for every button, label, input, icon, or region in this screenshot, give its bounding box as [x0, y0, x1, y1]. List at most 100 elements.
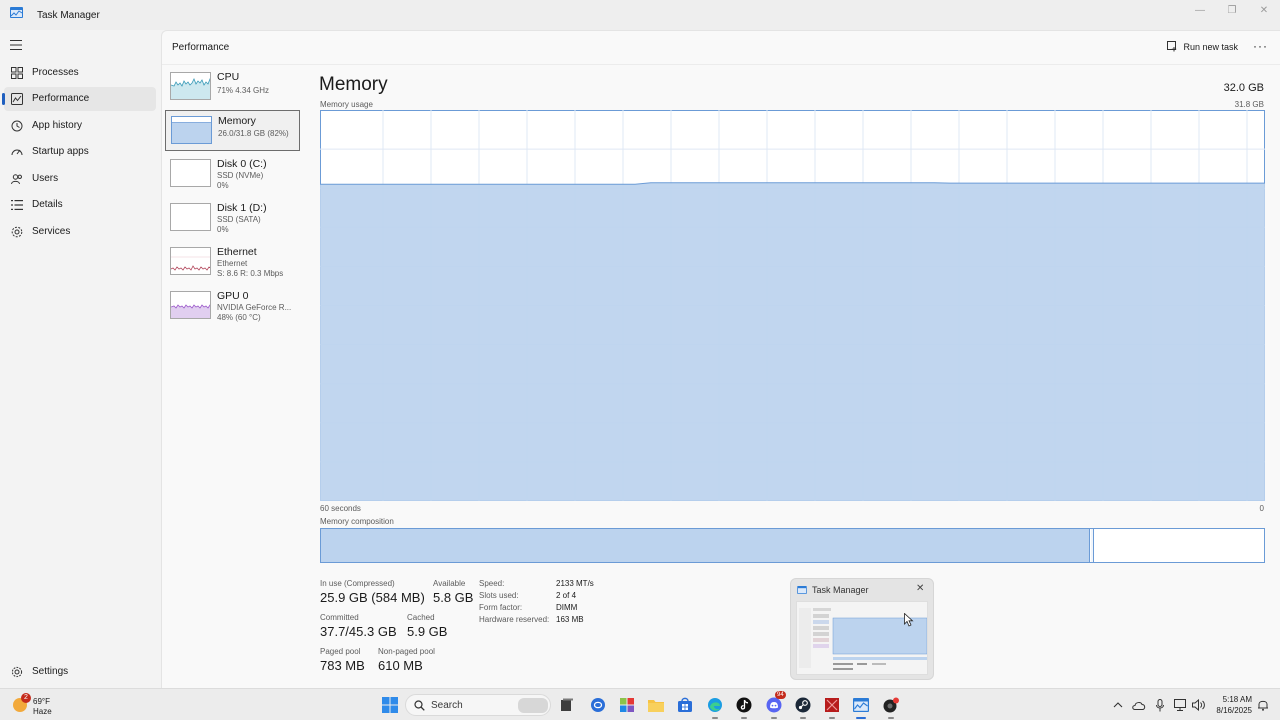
taskbar-app-ms-store[interactable]: [674, 694, 696, 716]
gpu-mini-graph: [170, 291, 211, 319]
sidebar-item-label: Details: [32, 199, 63, 210]
taskbar-window-preview[interactable]: Task Manager ✕: [790, 578, 934, 680]
device-ethernet[interactable]: Ethernet Ethernet S: 8.6 R: 0.3 Mbps: [165, 242, 300, 283]
window-title: Task Manager: [37, 10, 100, 21]
taskbar-app-copilot[interactable]: [587, 694, 609, 716]
clock-time: 5:18 AM: [1222, 695, 1252, 704]
device-gpu-0[interactable]: GPU 0 NVIDIA GeForce R... 48% (60 °C): [165, 286, 300, 327]
device-throughput: S: 8.6 R: 0.3 Mbps: [217, 269, 284, 278]
sidebar-item-services[interactable]: Services: [4, 220, 156, 244]
sidebar-item-startup-apps[interactable]: Startup apps: [4, 140, 156, 164]
stat-value: 610 MB: [378, 658, 423, 673]
cpu-mini-graph: [170, 72, 211, 100]
device-memory[interactable]: Memory 26.0/31.8 GB (82%): [165, 110, 300, 151]
run-new-task-button[interactable]: Run new task: [1167, 41, 1238, 52]
memory-composition-bar: [320, 528, 1265, 563]
taskbar-app-edge[interactable]: [704, 694, 726, 719]
sidebar-item-users[interactable]: Users: [4, 167, 156, 191]
minimize-button[interactable]: —: [1184, 0, 1216, 20]
tray-network[interactable]: [1174, 698, 1188, 712]
ethernet-mini-graph: [170, 247, 211, 275]
close-button[interactable]: ✕: [1248, 0, 1280, 20]
taskbar-search[interactable]: Search: [405, 694, 551, 716]
run-task-icon: [1167, 41, 1177, 52]
tray-onedrive[interactable]: [1132, 698, 1146, 712]
steam-app-icon: [795, 697, 811, 713]
stat-label: Paged pool: [320, 647, 361, 656]
tiktok-app-icon: [736, 697, 752, 713]
stat-value: 5.8 GB: [433, 590, 474, 605]
taskbar-app-discord[interactable]: 94: [763, 691, 786, 719]
taskbar-app-steam[interactable]: [792, 694, 814, 719]
tray-microphone[interactable]: [1153, 698, 1167, 712]
cloud-icon: [1132, 701, 1146, 710]
weather-widget[interactable]: 2 69°F Haze: [10, 692, 70, 718]
graph-time-left: 60 seconds: [320, 504, 361, 513]
details-list-icon: [11, 200, 23, 210]
sidebar-item-performance[interactable]: Performance: [2, 87, 156, 111]
users-icon: [11, 174, 23, 185]
windows-taskbar: 2 69°F Haze Search 94 5:18 AM 8/16/2025: [0, 688, 1280, 720]
sidebar-nav: Processes Performance App history Startu…: [0, 30, 160, 688]
sidebar-item-label: Users: [32, 173, 59, 184]
network-monitor-icon: [1174, 699, 1186, 711]
task-manager-app-icon: [797, 586, 807, 594]
taskbar-app-task-manager[interactable]: [850, 694, 872, 719]
stat-label: Committed: [320, 613, 359, 622]
stat-label: Available: [433, 579, 466, 588]
hamburger-menu-icon[interactable]: [10, 40, 22, 50]
game-app-icon: [825, 698, 839, 712]
device-detail: Ethernet: [217, 259, 248, 268]
graph-time-right: 0: [1259, 504, 1264, 513]
stat-value: 37.7/45.3 GB: [320, 624, 397, 639]
stat-cached: Cached 5.9 GB: [407, 613, 447, 639]
sidebar-item-label: App history: [32, 120, 83, 131]
taskbar-task-view[interactable]: [556, 694, 578, 716]
windows-logo-icon: [382, 697, 398, 713]
more-options-button[interactable]: ···: [1253, 39, 1268, 53]
mouse-cursor-icon: [904, 613, 914, 627]
device-cpu[interactable]: CPU 71% 4.34 GHz: [165, 67, 300, 108]
device-detail: SSD (SATA): [217, 215, 261, 224]
memory-title: Memory: [319, 74, 388, 95]
task-manager-app-icon: [853, 698, 869, 712]
stat-available: Available 5.8 GB: [433, 579, 473, 605]
chevron-up-icon: [1113, 702, 1123, 708]
memory-usage-max: 31.8 GB: [1234, 100, 1264, 109]
taskbar-app-tiktok[interactable]: [733, 694, 755, 719]
folder-icon: [648, 700, 664, 712]
stat-paged-pool: Paged pool 783 MB: [320, 647, 365, 673]
sidebar-item-app-history[interactable]: App history: [4, 114, 156, 138]
sidebar-item-processes[interactable]: Processes: [4, 61, 156, 85]
device-disk-1[interactable]: Disk 1 (D:) SSD (SATA) 0%: [165, 198, 300, 239]
taskbar-clock[interactable]: 5:18 AM 8/16/2025: [1212, 694, 1252, 716]
main-panel: Performance Run new task ··· CPU 71% 4.3…: [161, 30, 1280, 688]
tray-notifications[interactable]: [1256, 698, 1270, 712]
composition-in-use: [321, 529, 1090, 562]
spec-hardware-reserved-value: 163 MB: [556, 615, 584, 624]
maximize-button[interactable]: ❐: [1216, 0, 1248, 20]
spec-slots-value: 2 of 4: [556, 591, 577, 600]
discord-unread-badge: 94: [775, 691, 786, 699]
search-icon: [414, 700, 425, 711]
sidebar-item-label: Performance: [32, 93, 90, 104]
tray-volume[interactable]: [1192, 698, 1206, 712]
sidebar-item-settings[interactable]: Settings: [4, 660, 156, 684]
taskbar-app-record[interactable]: [880, 694, 902, 719]
device-usage: 0%: [217, 181, 229, 190]
taskbar-app-file-explorer[interactable]: [645, 694, 667, 716]
sidebar-item-details[interactable]: Details: [4, 193, 156, 217]
stat-value: 5.9 GB: [407, 624, 448, 639]
weather-condition: Haze: [33, 707, 52, 716]
speaker-icon: [1192, 699, 1205, 711]
taskbar-app-game[interactable]: [821, 694, 843, 719]
device-disk-0[interactable]: Disk 0 (C:) SSD (NVMe) 0%: [165, 154, 300, 195]
spec-speed-label: Speed:: [479, 579, 505, 588]
device-detail: NVIDIA GeForce R...: [217, 303, 292, 312]
start-button[interactable]: [379, 694, 401, 716]
preview-close-button[interactable]: ✕: [916, 583, 924, 594]
taskbar-app-store[interactable]: [616, 694, 638, 716]
sidebar-item-label: Services: [32, 226, 71, 237]
device-detail: 26.0/31.8 GB (82%): [218, 129, 289, 138]
tray-overflow-button[interactable]: [1111, 698, 1125, 712]
